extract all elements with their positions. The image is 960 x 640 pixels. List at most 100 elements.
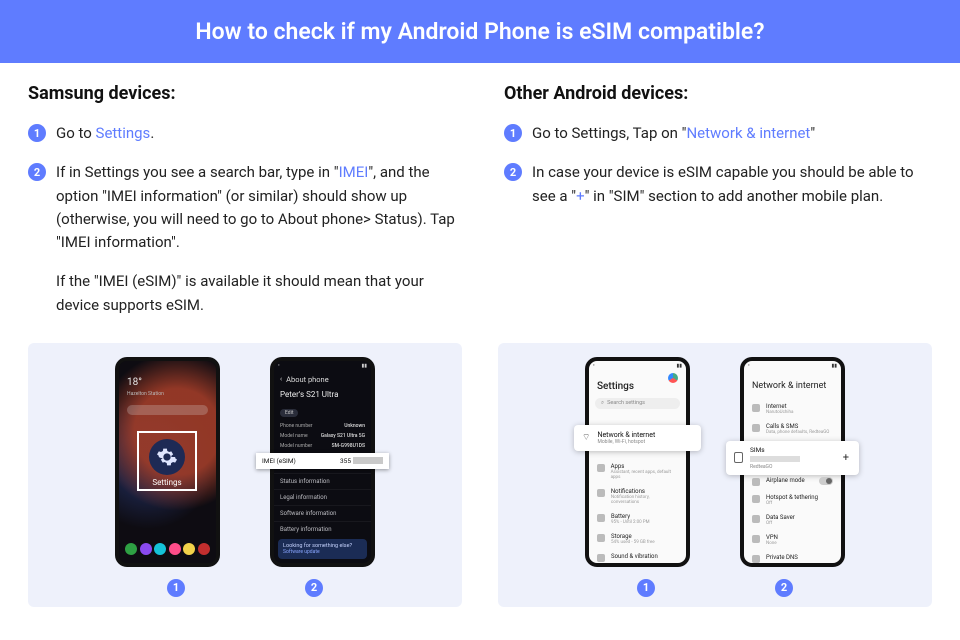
dock-icon [169,543,181,555]
callout-title: Network & internet [597,431,655,439]
other-gallery-numbers: 1 2 [508,579,922,597]
toggle-off [819,477,833,485]
network-list: Airplane mode Hotspot & tetheringOff Dat… [744,473,841,567]
other-step-2: 2 In case your device is eSIM capable yo… [504,161,932,208]
about-phone-title: About phone [286,375,329,384]
sims-callout: SIMs RedteaGO + [726,441,859,475]
text-fragment: " in "SIM" section to add another mobile… [585,187,884,205]
keyword-imei: IMEI [339,163,369,181]
network-internet-callout: ⌔ Network & internet Mobile, Wi-Fi, hots… [574,425,701,451]
samsung-step-2-text: If in Settings you see a search bar, typ… [56,161,456,317]
search-icon: ⌕ [601,400,604,407]
samsung-gallery: •▮▮ 18° Hazelton Station Settings [28,343,462,607]
samsung-column: Samsung devices: 1 Go to Settings. 2 If … [28,83,456,333]
samsung-step-1-text: Go to Settings. [56,122,154,145]
sim-masked [750,456,800,462]
gallery-num-2: 2 [775,579,793,597]
list-item: Status information [274,473,371,489]
samsung-step-2-extra: If the "IMEI (eSIM)" is available it sho… [56,270,456,317]
samsung-phone-home: •▮▮ 18° Hazelton Station Settings [115,357,220,567]
status-bar: •▮▮ [744,361,841,371]
dock-row [125,543,210,555]
samsung-step-1: 1 Go to Settings. [28,122,456,145]
samsung-step-2: 2 If in Settings you see a search bar, t… [28,161,456,317]
list-item: Storage54% used - 59 GB free [589,529,686,549]
notifications-icon [597,489,605,497]
other-steps: 1 Go to Settings, Tap on "Network & inte… [504,122,932,208]
samsung-steps: 1 Go to Settings. 2 If in Settings you s… [28,122,456,317]
sims-label: SIMs [750,446,834,454]
keyword-network-internet: Network & internet [686,124,810,142]
page-header: How to check if my Android Phone is eSIM… [0,0,960,63]
text-fragment: Go to [56,124,96,142]
info-row: Model nameGalaxy S21 Ultra 5G [274,431,371,441]
other-step-2-text: In case your device is eSIM capable you … [532,161,932,208]
dock-icon [183,543,195,555]
settings-app-highlight: Settings [137,431,197,491]
footer-card: Looking for something else? Software upd… [278,539,367,559]
search-placeholder: Search settings [607,400,645,406]
plus-icon: + [841,451,851,464]
profile-icon [668,373,678,383]
other-phones: •▮▮ Settings ⌕ Search settings ⌔ Network… [508,357,922,567]
main-columns: Samsung devices: 1 Go to Settings. 2 If … [0,63,960,333]
text-fragment: Go to Settings, Tap on " [532,124,686,142]
step-badge-1: 1 [504,124,522,142]
list-item: Calls & SMSData, phone defaults, RedteaG… [744,419,841,439]
list-item: Legal information [274,489,371,505]
sim-icon [734,452,743,463]
gallery-num-1: 1 [637,579,655,597]
apps-icon [597,464,605,472]
status-bar: •▮▮ [274,361,371,371]
sim-carrier: RedteaGO [750,464,834,470]
list-item: Private DNS [744,550,841,567]
vpn-icon [752,535,760,543]
dns-icon [752,555,760,563]
text-fragment: " [810,124,815,142]
list-item: Sound & vibration [589,549,686,566]
hotspot-icon [752,495,760,503]
android-phone-settings: •▮▮ Settings ⌕ Search settings ⌔ Network… [585,357,690,567]
text-fragment: If in Settings you see a search bar, typ… [56,163,339,181]
about-phone-header: ‹ About phone [274,371,371,388]
wifi-icon: ⌔ [582,432,590,443]
other-step-1: 1 Go to Settings, Tap on "Network & inte… [504,122,932,145]
network-title: Network & internet [744,371,841,399]
list-item: VPNNone [744,530,841,550]
calls-icon [752,424,760,432]
info-row: Phone numberUnknown [274,421,371,431]
list-item: Battery95% - Until 2:00 PM [589,509,686,529]
battery-icon [597,514,605,522]
samsung-gallery-numbers: 1 2 [38,579,452,597]
gallery-num-1: 1 [167,579,185,597]
wifi-icon [752,404,760,412]
other-step-1-text: Go to Settings, Tap on "Network & intern… [532,122,815,145]
info-row: Model numberSM-G998U1DS [274,441,371,451]
step-badge-1: 1 [28,124,46,142]
about-list: Status information Legal information Sof… [274,473,371,537]
status-bar: •▮▮ [589,361,686,371]
back-icon: ‹ [280,375,282,383]
sound-icon [597,554,605,562]
list-item: AppsAssistant, recent apps, default apps [589,459,686,484]
keyword-settings: Settings [96,124,151,142]
dock-icon [140,543,152,555]
footer-sub: Software update [283,549,362,555]
search-settings-bar: ⌕ Search settings [595,398,680,409]
weather-widget-temp: 18° [127,377,142,388]
dock-icon [125,543,137,555]
step-badge-2: 2 [504,163,522,181]
android-phone-network: •▮▮ Network & internet InternetNarutoUch… [740,357,845,567]
google-search-bar [127,405,208,415]
list-item: NotificationsNotification history, conve… [589,484,686,509]
other-gallery: •▮▮ Settings ⌕ Search settings ⌔ Network… [498,343,932,607]
footer-title: Looking for something else? [283,543,362,549]
datasaver-icon [752,515,760,523]
list-item: Airplane mode [744,473,841,490]
dock-icon [154,543,166,555]
settings-list: AppsAssistant, recent apps, default apps… [589,459,686,566]
storage-icon [597,534,605,542]
edit-pill: Edit [280,409,298,417]
settings-app-label: Settings [139,478,195,487]
text-fragment: . [150,124,154,142]
